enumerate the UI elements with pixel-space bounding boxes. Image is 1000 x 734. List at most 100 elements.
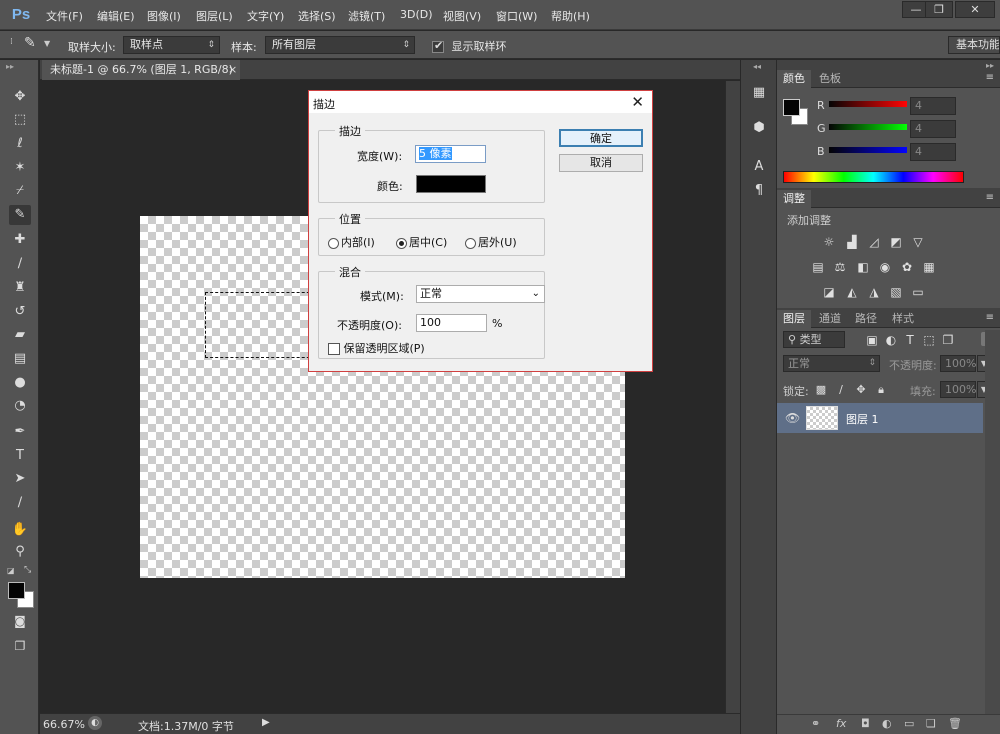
photo-filter-icon[interactable]: ◉ bbox=[877, 260, 893, 274]
line-tool-icon[interactable]: ∕ bbox=[9, 493, 31, 513]
quick-mask-icon[interactable]: ◙ bbox=[9, 611, 31, 631]
tab-layers[interactable]: 图层 bbox=[777, 310, 811, 328]
show-ring-toggle[interactable]: ✔ 显示取样环 bbox=[432, 38, 507, 54]
history-brush-tool-icon[interactable]: ↺ bbox=[9, 302, 31, 322]
width-input[interactable]: 5 像素 bbox=[415, 145, 486, 163]
foreground-color-swatch[interactable] bbox=[783, 99, 800, 116]
paragraph-panel-icon[interactable]: ¶ bbox=[747, 180, 771, 202]
ok-button[interactable]: 确定 bbox=[559, 129, 643, 147]
brush-tool-icon[interactable]: ∕ bbox=[9, 254, 31, 274]
exposure-icon[interactable]: ◩ bbox=[888, 235, 904, 249]
color-lookup-icon[interactable]: ▦ bbox=[921, 260, 937, 274]
delete-layer-icon[interactable]: 🗑︎ bbox=[948, 717, 962, 730]
swap-colors-icon[interactable]: ⤡ bbox=[24, 565, 31, 575]
tab-channels[interactable]: 通道 bbox=[813, 310, 847, 328]
cancel-button[interactable]: 取消 bbox=[559, 154, 643, 172]
add-mask-icon[interactable]: ◘ bbox=[861, 717, 870, 730]
zoom-tool-icon[interactable]: ⚲ bbox=[9, 542, 31, 562]
adjustment-layer-icon[interactable]: ◐ bbox=[882, 717, 892, 730]
document-tab[interactable]: 未标题-1 @ 66.7% (图层 1, RGB/8) × bbox=[42, 60, 240, 80]
menu-filter[interactable]: 滤镜(T) bbox=[348, 8, 385, 24]
radio-inside[interactable]: 内部(I) bbox=[328, 234, 375, 250]
lock-position-icon[interactable]: ✥ bbox=[855, 384, 867, 396]
menu-select[interactable]: 选择(S) bbox=[298, 8, 336, 24]
eraser-tool-icon[interactable]: ▰ bbox=[9, 325, 31, 345]
filter-type-icon[interactable]: T bbox=[902, 333, 918, 347]
black-white-icon[interactable]: ◧ bbox=[855, 260, 871, 274]
blue-slider[interactable] bbox=[829, 147, 907, 153]
collapse-icon[interactable]: ▸▸ bbox=[986, 61, 994, 70]
close-window-button[interactable]: ✕ bbox=[955, 1, 995, 18]
eye-visibility-icon[interactable]: 👁︎ bbox=[785, 411, 800, 425]
hue-saturation-icon[interactable]: ▤ bbox=[810, 260, 826, 274]
panel-menu-icon[interactable]: ≡ bbox=[986, 192, 994, 203]
gradient-tool-icon[interactable]: ▤ bbox=[9, 349, 31, 369]
lock-image-icon[interactable]: ∕ bbox=[835, 384, 847, 396]
green-value-field[interactable]: 4 bbox=[910, 120, 956, 138]
marquee-tool-icon[interactable]: ⬚ bbox=[9, 110, 31, 130]
radio-inside-circle[interactable] bbox=[328, 237, 339, 249]
healing-brush-tool-icon[interactable]: ✚ bbox=[9, 230, 31, 250]
dodge-tool-icon[interactable]: ◔ bbox=[9, 396, 31, 416]
menu-view[interactable]: 视图(V) bbox=[443, 8, 481, 24]
hand-tool-icon[interactable]: ✋ bbox=[9, 520, 31, 540]
radio-center[interactable]: 居中(C) bbox=[396, 234, 447, 250]
panel-menu-icon[interactable]: ≡ bbox=[986, 312, 994, 323]
menu-help[interactable]: 帮助(H) bbox=[551, 8, 590, 24]
crop-tool-icon[interactable]: ⌿ bbox=[9, 181, 31, 201]
fill-field[interactable]: 100% bbox=[940, 381, 976, 398]
filter-shape-icon[interactable]: ⬚ bbox=[921, 333, 937, 347]
sample-select[interactable]: 所有图层 ⇕ bbox=[265, 36, 415, 54]
tab-color[interactable]: 颜色 bbox=[777, 70, 811, 88]
tab-styles[interactable]: 样式 bbox=[886, 310, 920, 328]
status-menu-arrow-icon[interactable]: ▶ bbox=[262, 717, 270, 728]
default-colors-icon[interactable]: ◪ bbox=[7, 566, 15, 575]
filter-smart-object-icon[interactable]: ❐ bbox=[940, 333, 956, 347]
layer-filter-kind-select[interactable]: ⚲ 类型 bbox=[783, 331, 845, 348]
collapse-icon[interactable]: ▸▸ bbox=[6, 62, 14, 71]
tab-adjustments[interactable]: 调整 bbox=[777, 190, 811, 208]
opacity-field[interactable]: 100% bbox=[940, 355, 976, 372]
menu-3d[interactable]: 3D(D) bbox=[400, 8, 433, 21]
character-panel-icon[interactable]: A bbox=[747, 156, 771, 178]
new-group-icon[interactable]: ▭ bbox=[904, 717, 914, 730]
vibrance-icon[interactable]: ▽ bbox=[910, 235, 926, 249]
menu-image[interactable]: 图像(I) bbox=[147, 8, 181, 24]
workspace-switcher[interactable]: 基本功能 bbox=[948, 36, 1000, 54]
menu-layer[interactable]: 图层(L) bbox=[196, 8, 233, 24]
eyedropper-tool-icon[interactable]: ✎ bbox=[9, 205, 31, 225]
gradient-map-icon[interactable]: ▧ bbox=[888, 285, 904, 299]
eyedropper-preset-icon[interactable]: ✎ bbox=[24, 35, 36, 51]
tab-paths[interactable]: 路径 bbox=[849, 310, 883, 328]
tab-swatches[interactable]: 色板 bbox=[813, 70, 847, 88]
invert-icon[interactable]: ◪ bbox=[821, 285, 837, 299]
share-icon[interactable]: ◐ bbox=[88, 716, 102, 730]
new-layer-icon[interactable]: ❑ bbox=[926, 717, 936, 730]
levels-icon[interactable]: ▟ bbox=[844, 235, 860, 249]
zoom-level[interactable]: 66.67% bbox=[43, 718, 85, 731]
path-selection-tool-icon[interactable]: ➤ bbox=[9, 469, 31, 489]
screen-mode-icon[interactable]: ❐ bbox=[9, 636, 31, 656]
sample-size-select[interactable]: 取样点 ⇕ bbox=[123, 36, 220, 54]
tab-close-icon[interactable]: × bbox=[228, 60, 237, 80]
radio-outside-circle[interactable] bbox=[465, 237, 476, 249]
preserve-transparency-option[interactable]: 保留透明区域(P) bbox=[328, 340, 425, 356]
selective-color-icon[interactable]: ▭ bbox=[910, 285, 926, 299]
blue-value-field[interactable]: 4 bbox=[910, 143, 956, 161]
brightness-contrast-icon[interactable]: ☼ bbox=[821, 235, 837, 249]
red-value-field[interactable]: 4 bbox=[910, 97, 956, 115]
dialog-titlebar[interactable]: 描边 ✕ bbox=[309, 91, 652, 113]
panel-menu-icon[interactable]: ≡ bbox=[986, 72, 994, 83]
layers-scrollbar[interactable] bbox=[985, 330, 1000, 718]
3d-panel-icon[interactable]: ⬢ bbox=[747, 117, 771, 139]
close-icon[interactable]: ✕ bbox=[631, 93, 644, 111]
filter-adjustment-icon[interactable]: ◐ bbox=[883, 333, 899, 347]
history-panel-icon[interactable]: ▦ bbox=[747, 82, 771, 104]
radio-outside[interactable]: 居外(U) bbox=[465, 234, 517, 250]
spectrum-bar[interactable] bbox=[783, 171, 964, 183]
move-tool-icon[interactable]: ✥ bbox=[9, 87, 31, 107]
layer-name[interactable]: 图层 1 bbox=[846, 411, 879, 427]
preserve-transparency-checkbox[interactable] bbox=[328, 343, 340, 355]
mode-select[interactable]: 正常 ⌄ bbox=[416, 285, 545, 303]
channel-mixer-icon[interactable]: ✿ bbox=[899, 260, 915, 274]
